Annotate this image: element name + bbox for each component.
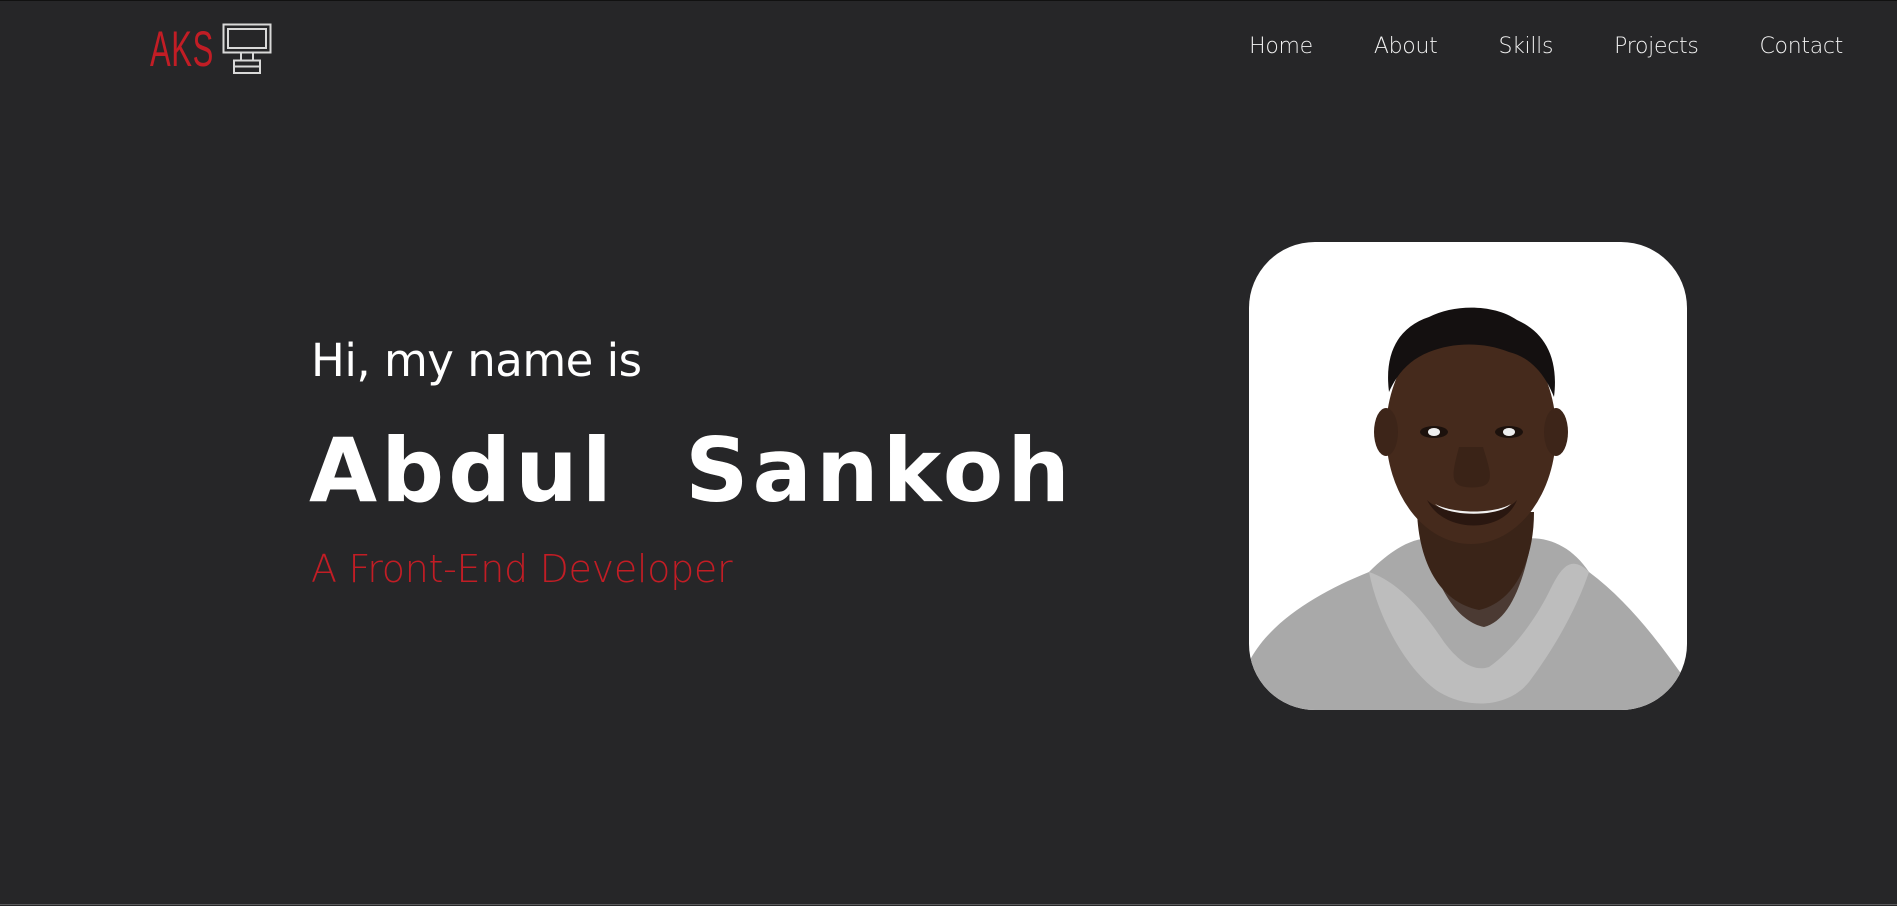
nav-skills[interactable]: Skills xyxy=(1498,34,1553,59)
logo-text: AKS xyxy=(150,21,214,77)
profile-photo-illustration xyxy=(1249,307,1687,710)
monitor-icon xyxy=(222,23,272,74)
main-nav: Home About Skills Projects Contact xyxy=(1188,34,1843,59)
hero-name: Abdul Sankoh xyxy=(309,419,1074,522)
nav-home[interactable]: Home xyxy=(1249,34,1313,59)
nav-projects[interactable]: Projects xyxy=(1614,34,1699,59)
nav-about[interactable]: About xyxy=(1374,34,1438,59)
page-bottom-border xyxy=(0,904,1897,905)
nav-contact[interactable]: Contact xyxy=(1760,34,1844,59)
profile-photo xyxy=(1249,242,1687,710)
hero-role: A Front-End Developer xyxy=(311,547,733,591)
site-logo[interactable]: AKS xyxy=(150,21,272,77)
hero-greeting: Hi, my name is xyxy=(311,334,642,387)
